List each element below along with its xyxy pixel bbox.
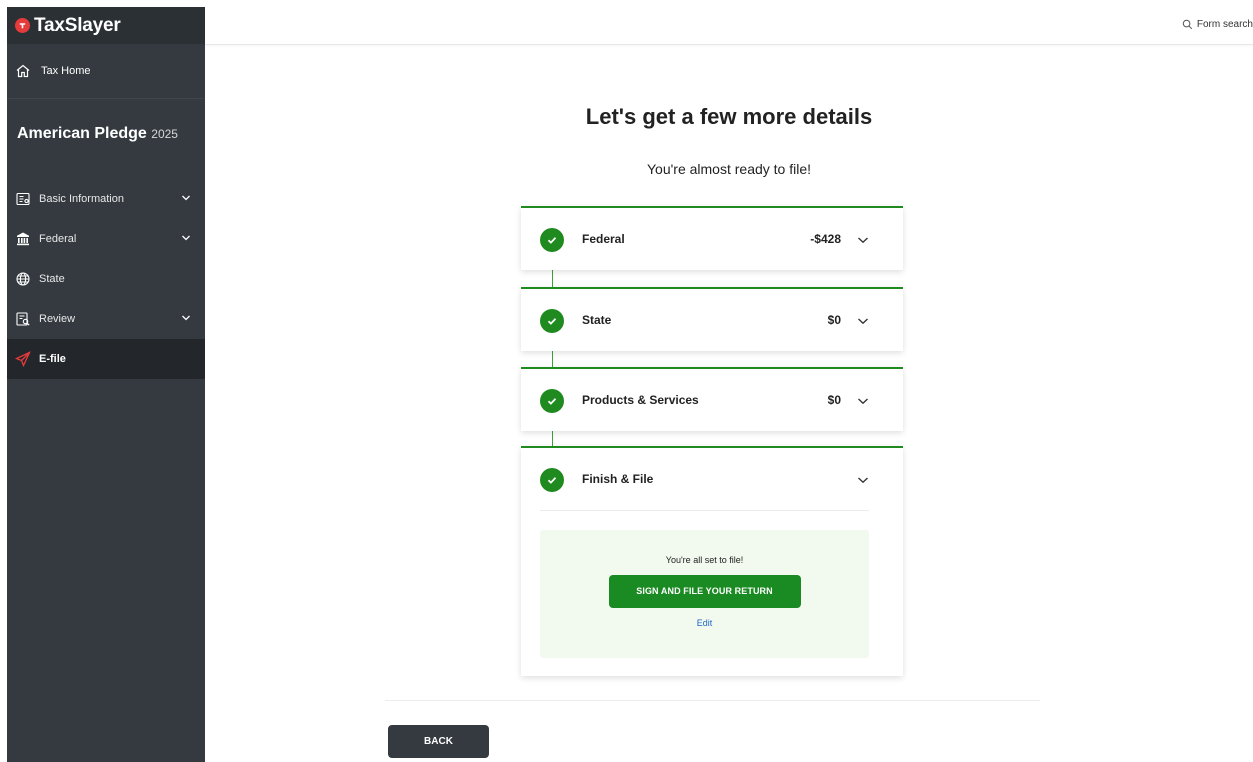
section-label: Federal [582, 232, 625, 246]
chevron-down-icon[interactable] [181, 313, 191, 323]
divider [540, 510, 869, 511]
divider [385, 700, 1040, 701]
sidebar-item-e-file[interactable]: E-file [7, 339, 205, 379]
sidebar-item-label: State [39, 273, 65, 285]
form-search-button[interactable]: Form search [1182, 19, 1253, 30]
section-header[interactable]: Federal -$428 [521, 208, 903, 270]
sidebar-item-federal[interactable]: Federal [7, 219, 205, 259]
id-card-icon [16, 192, 30, 206]
section-amount: $0 [827, 393, 841, 407]
ready-text: You're all set to file! [665, 555, 744, 565]
section-header[interactable]: State $0 [521, 289, 903, 351]
document-search-icon [16, 312, 30, 326]
chevron-down-icon[interactable] [857, 396, 869, 406]
section-card-finish-file: Finish & File You're all set to file! SI… [521, 446, 903, 676]
sidebar-item-label: Review [39, 313, 76, 325]
sidebar: TaxSlayer Tax Home American Pledge 2025 … [7, 7, 205, 762]
section-amount: -$428 [810, 232, 841, 246]
globe-icon [16, 272, 30, 286]
sidebar-item-review[interactable]: Review [7, 299, 205, 339]
check-icon [540, 468, 564, 492]
section-card-products-services: Products & Services $0 [521, 367, 903, 431]
back-button[interactable]: BACK [388, 725, 489, 758]
check-icon [540, 309, 564, 333]
sidebar-item-label: E-file [39, 353, 66, 365]
product-title: American Pledge 2025 [7, 99, 205, 179]
chevron-down-icon[interactable] [181, 193, 191, 203]
form-search-label: Form search [1196, 19, 1253, 30]
sidebar-item-label: Federal [39, 233, 77, 245]
product-name: American Pledge [17, 125, 147, 142]
search-icon [1182, 19, 1193, 30]
section-header[interactable]: Products & Services $0 [521, 369, 903, 431]
paper-plane-icon [15, 351, 31, 367]
ready-to-file-panel: You're all set to file! SIGN AND FILE YO… [540, 530, 869, 658]
product-year: 2025 [151, 127, 178, 141]
section-label: State [582, 313, 612, 327]
section-amount: $0 [827, 313, 841, 327]
top-bar: Form search [205, 7, 1253, 45]
chevron-down-icon[interactable] [857, 475, 869, 485]
section-card-state: State $0 [521, 287, 903, 351]
brand-name: TaxSlayer [34, 14, 121, 36]
sidebar-item-label: Tax Home [41, 65, 91, 77]
section-label: Finish & File [582, 472, 654, 486]
check-icon [540, 389, 564, 413]
brand[interactable]: TaxSlayer [7, 7, 205, 44]
taxslayer-logo-icon [15, 18, 30, 33]
sidebar-item-label: Basic Information [39, 193, 124, 205]
finish-file-body: You're all set to file! SIGN AND FILE YO… [521, 510, 903, 676]
chevron-down-icon[interactable] [181, 233, 191, 243]
sidebar-item-basic-information[interactable]: Basic Information [7, 179, 205, 219]
page-subtitle: You're almost ready to file! [646, 161, 812, 177]
chevron-down-icon[interactable] [857, 235, 869, 245]
page-title: Let's get a few more details [585, 104, 873, 129]
section-header[interactable]: Finish & File [521, 448, 903, 510]
sidebar-item-state[interactable]: State [7, 259, 205, 299]
edit-link[interactable]: Edit [540, 618, 869, 628]
section-card-federal: Federal -$428 [521, 206, 903, 270]
chevron-down-icon[interactable] [857, 316, 869, 326]
sign-and-file-button[interactable]: SIGN AND FILE YOUR RETURN [608, 575, 801, 608]
check-icon [540, 228, 564, 252]
sidebar-item-tax-home[interactable]: Tax Home [7, 44, 205, 99]
government-building-icon [17, 232, 29, 246]
section-label: Products & Services [582, 393, 699, 407]
home-icon [16, 64, 30, 78]
